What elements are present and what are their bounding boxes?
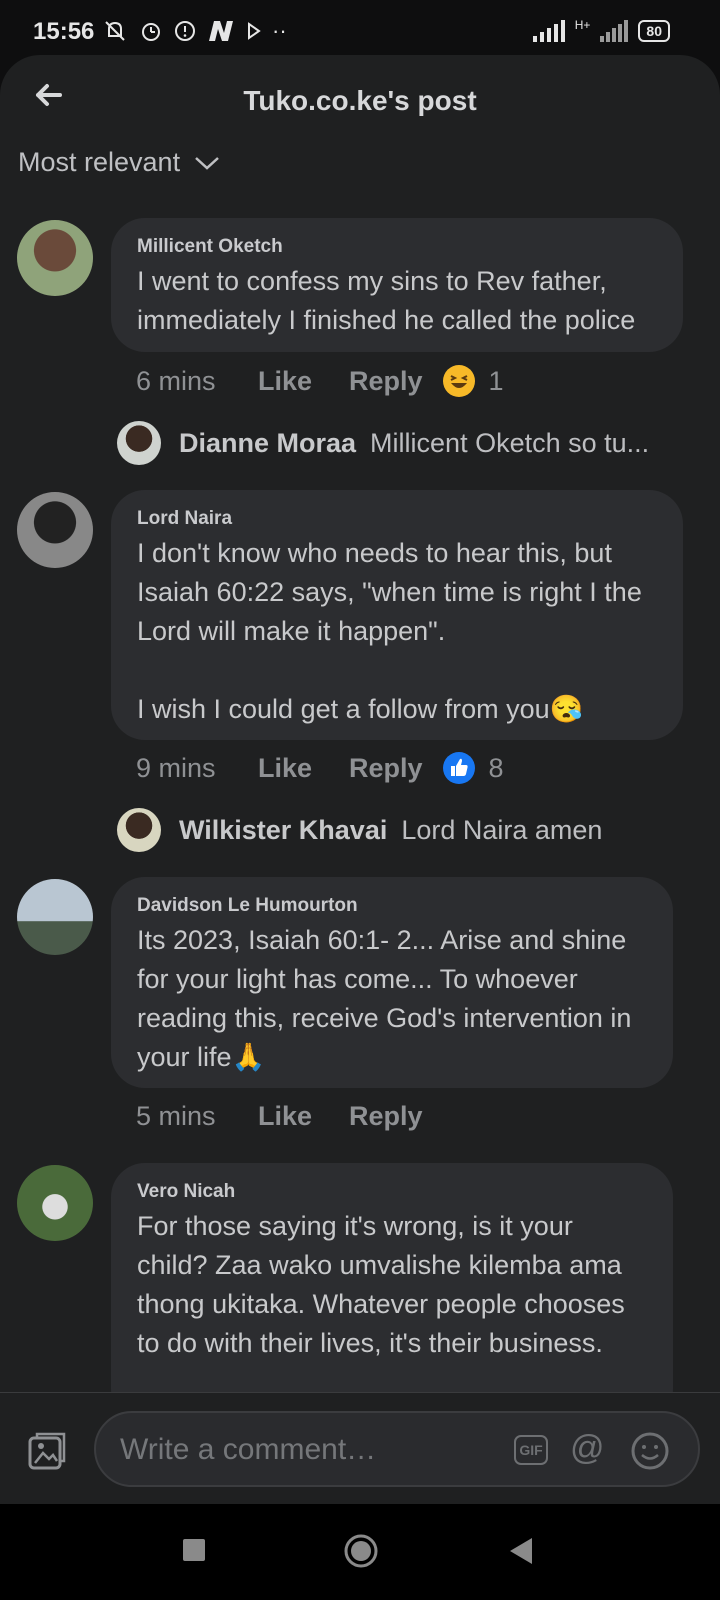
comment-placeholder: Write a comment… (120, 1433, 377, 1466)
comment-author[interactable]: Vero Nicah (137, 1181, 235, 1203)
comment-meta: 9 mins Like Reply 8 (136, 752, 504, 784)
comment-text: Its 2023, Isaiah 60:1- 2... Arise and sh… (137, 925, 632, 1072)
play-icon (248, 22, 261, 40)
signal-2-icon (600, 20, 629, 42)
alarm-icon (142, 23, 160, 41)
reply-author: Dianne Moraa (179, 427, 357, 458)
reaction-count[interactable]: 8 (489, 753, 504, 784)
like-button[interactable]: Like (258, 1101, 349, 1132)
comment-text: I don't know who needs to hear this, but… (137, 538, 642, 724)
comment-bubble[interactable]: Vero Nicah For those saying it's wrong, … (111, 1163, 673, 1423)
more-notifications-icon: ·· (272, 18, 287, 43)
avatar[interactable] (17, 1165, 93, 1241)
battery-indicator: 80 (638, 20, 670, 42)
gif-button[interactable]: GIF (514, 1435, 548, 1465)
comment-time: 6 mins (136, 365, 216, 396)
comment-text: For those saying it's wrong, is it your … (137, 1211, 625, 1358)
status-right: H+ 80 (532, 18, 670, 42)
comment-meta: 5 mins Like Reply (136, 1101, 443, 1132)
system-nav-bar (0, 1504, 720, 1600)
signal-icon (532, 20, 565, 42)
reply-preview[interactable]: Dianne Moraa Millicent Oketch so tu... (117, 421, 649, 465)
comment-time: 9 mins (136, 752, 216, 783)
comment-author[interactable]: Lord Naira (137, 508, 232, 530)
emoji-icon[interactable] (630, 1431, 670, 1471)
avatar[interactable] (17, 220, 93, 296)
header: Tuko.co.ke's post (0, 55, 720, 151)
reply-button[interactable]: Reply (349, 753, 423, 784)
comment-bubble[interactable]: Davidson Le Humourton Its 2023, Isaiah 6… (111, 877, 673, 1088)
comments-sheet: Tuko.co.ke's post Most relevant Millicen… (0, 55, 720, 1505)
reply-text: Millicent Oketch so tu... (370, 427, 650, 458)
recents-icon[interactable] (182, 1538, 206, 1562)
comment-bubble[interactable]: Millicent Oketch I went to confess my si… (111, 218, 683, 352)
photo-icon[interactable] (27, 1431, 67, 1471)
haha-reaction-icon[interactable] (442, 365, 475, 397)
news-app-icon (209, 21, 233, 41)
sort-dropdown[interactable]: Most relevant (18, 147, 220, 178)
reply-button[interactable]: Reply (349, 1101, 423, 1132)
like-button[interactable]: Like (258, 753, 349, 784)
comment-composer: Write a comment… GIF @ (0, 1392, 720, 1505)
like-reaction-icon[interactable] (442, 752, 475, 784)
reply-author: Wilkister Khavai (179, 814, 388, 845)
page-title: Tuko.co.ke's post (243, 85, 477, 116)
status-bar: 15:56 ·· H+ 80 (0, 0, 720, 60)
status-icons: ·· (102, 18, 287, 44)
chevron-down-icon (195, 156, 219, 170)
alert-icon (175, 21, 195, 41)
reply-button[interactable]: Reply (349, 366, 423, 397)
comment-meta: 6 mins Like Reply 1 (136, 365, 504, 397)
comment-bubble[interactable]: Lord Naira I don't know who needs to hea… (111, 490, 683, 740)
like-button[interactable]: Like (258, 366, 349, 397)
comment-author[interactable]: Davidson Le Humourton (137, 895, 358, 917)
comment-text: I went to confess my sins to Rev father,… (137, 266, 636, 335)
home-icon[interactable] (343, 1533, 379, 1569)
avatar[interactable] (17, 879, 93, 955)
comment-input[interactable]: Write a comment… GIF @ (94, 1411, 700, 1487)
comment-time: 5 mins (136, 1101, 216, 1131)
status-time: 15:56 (33, 18, 95, 45)
sort-label: Most relevant (18, 147, 181, 177)
mute-icon (105, 21, 125, 41)
mention-icon[interactable]: @ (570, 1429, 605, 1468)
avatar (117, 421, 161, 465)
back-nav-icon[interactable] (508, 1536, 534, 1566)
avatar (117, 808, 161, 852)
comment-author[interactable]: Millicent Oketch (137, 236, 283, 258)
network-type: H+ (574, 18, 591, 32)
avatar[interactable] (17, 492, 93, 568)
reply-preview[interactable]: Wilkister Khavai Lord Naira amen (117, 808, 602, 852)
reaction-count[interactable]: 1 (489, 366, 504, 397)
reply-text: Lord Naira amen (401, 814, 603, 845)
